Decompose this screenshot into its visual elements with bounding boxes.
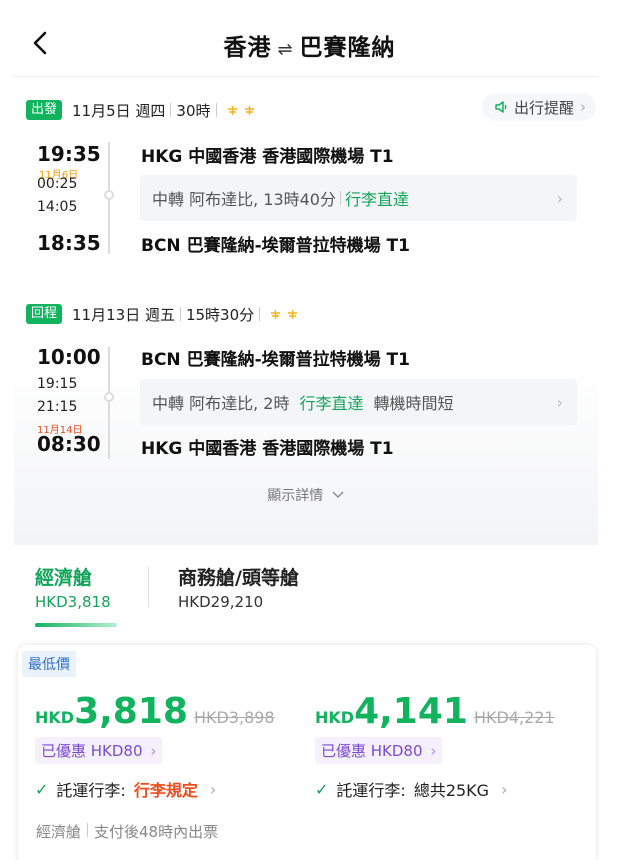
baggage-label: 託運行李: — [56, 781, 126, 800]
fare-currency: HKD — [35, 708, 75, 727]
footer-ticketing: 支付後48時內出票 — [94, 823, 219, 841]
top-bar: 香港 ⇌ 巴賽隆納 — [0, 0, 619, 78]
return-short-connection: 轉機時間短 — [373, 394, 454, 413]
fare-original-price: HKD4,221 — [473, 708, 555, 727]
return-tag: 回程 — [26, 304, 63, 324]
outbound-transfer-depart-time: 14:05 — [37, 199, 78, 215]
return-header: 回程 11月13日 週五 15時30分 — [26, 303, 299, 325]
tab-economy[interactable]: 經濟艙 HKD3,818 — [35, 563, 111, 611]
speaker-icon — [495, 101, 507, 113]
origin-city: 香港 — [223, 35, 272, 61]
meal-icon — [288, 309, 298, 319]
lowest-price-badge: 最低價 — [22, 651, 76, 677]
divider — [148, 567, 149, 607]
check-icon: ✓ — [315, 779, 329, 799]
page-title: 香港 ⇌ 巴賽隆納 — [0, 28, 619, 62]
baggage-policy: 行李規定 — [133, 781, 198, 800]
fare-option-alt[interactable]: HKD4,141 HKD4,221 — [315, 691, 555, 732]
footer-cabin: 經濟艙 — [36, 823, 82, 841]
tab-business-name: 商務艙/頭等艙 — [178, 567, 299, 589]
outbound-duration: 30時 — [176, 101, 211, 120]
meal-icon — [271, 309, 281, 319]
tab-economy-price: HKD3,818 — [35, 593, 111, 611]
outbound-header: 出發 11月5日 週四 30時 — [26, 99, 256, 121]
fare-amount: 3,818 — [74, 691, 188, 732]
outbound-tag: 出發 — [26, 100, 63, 120]
meal-icon — [227, 105, 237, 115]
return-arrive-airport: HKG 中國香港 香港國際機場 T1 — [141, 439, 394, 459]
baggage-allowance: 總共25KG — [413, 781, 490, 800]
outbound-depart-airport: HKG 中國香港 香港國際機場 T1 — [141, 147, 394, 167]
outbound-arrive-time: 18:35 — [37, 231, 101, 255]
chevron-right-icon: › — [430, 742, 437, 760]
outbound-baggage-through: 行李直達 — [344, 190, 409, 209]
chevron-right-icon: › — [580, 98, 586, 116]
return-transfer-arrive-time: 19:15 — [37, 376, 78, 392]
outbound-date: 11月5日 週四 — [72, 101, 166, 120]
return-duration: 15時30分 — [185, 305, 255, 324]
destination-city: 巴賽隆納 — [299, 35, 396, 61]
baggage-info-row[interactable]: ✓ 託運行李: 總共25KG › — [315, 777, 507, 801]
outbound-arrive-airport: BCN 巴賽隆納-埃爾普拉特機場 T1 — [141, 236, 410, 256]
divider — [339, 191, 341, 205]
fare-offers-card: 最低價 HKD3,818 HKD3,898 已優惠 HKD80 › ✓ 託運行李:… — [18, 645, 596, 860]
return-depart-time: 10:00 — [37, 345, 101, 369]
tab-economy-name: 經濟艙 — [35, 567, 93, 589]
chevron-down-icon — [332, 491, 344, 498]
cabin-tabs: 經濟艙 HKD3,818 商務艙/頭等艙 HKD29,210 — [14, 545, 598, 635]
transfer-dot — [104, 392, 114, 402]
return-baggage-through: 行李直達 — [299, 394, 364, 413]
discount-label: 已優惠 HKD80 — [41, 742, 143, 760]
tab-business-first[interactable]: 商務艙/頭等艙 HKD29,210 — [178, 563, 299, 611]
fare-amount: 4,141 — [354, 691, 468, 732]
baggage-info-row[interactable]: ✓ 託運行李: 行李規定 › — [35, 777, 216, 801]
return-times: 10:00 19:15 21:15 11月14日 08:30 — [37, 345, 107, 465]
return-transfer-row[interactable]: 中轉 阿布達比, 2時 行李直達 轉機時間短 › — [140, 379, 577, 425]
outbound-depart-time: 19:35 — [37, 142, 101, 166]
return-date: 11月13日 週五 — [72, 305, 175, 324]
outbound-transfer-row[interactable]: 中轉 阿布達比, 13時40分 行李直達 › — [140, 175, 577, 221]
outbound-transfer-text: 中轉 阿布達比, 13時40分 — [152, 190, 336, 209]
divider — [179, 307, 181, 321]
chevron-right-icon: › — [556, 392, 563, 412]
return-transfer-depart-time: 21:15 — [37, 399, 78, 415]
ticketing-note: 經濟艙 支付後48時內出票 — [36, 821, 218, 842]
divider — [259, 307, 261, 321]
active-tab-indicator — [35, 623, 117, 627]
fare-option-lowest[interactable]: HKD3,818 HKD3,898 — [35, 691, 275, 732]
divider — [215, 103, 217, 117]
return-depart-airport: BCN 巴賽隆納-埃爾普拉特機場 T1 — [141, 350, 410, 370]
meal-icon — [244, 105, 254, 115]
discount-badge[interactable]: 已優惠 HKD80 › — [315, 737, 443, 764]
outbound-transfer-arrive-time: 00:25 — [37, 176, 78, 192]
show-details-button[interactable]: 顯示詳情 — [14, 485, 598, 505]
chevron-right-icon: › — [209, 779, 217, 799]
itinerary-panel: 出發 11月5日 週四 30時 出行提醒 › 19:35 11月6日 00:25… — [14, 77, 598, 545]
return-transfer-text: 中轉 阿布達比, 2時 — [152, 394, 290, 413]
check-icon: ✓ — [35, 779, 49, 799]
baggage-label: 託運行李: — [336, 781, 406, 800]
fare-original-price: HKD3,898 — [193, 708, 275, 727]
swap-arrows-icon: ⇌ — [277, 39, 294, 60]
travel-reminder-label: 出行提醒 — [513, 98, 574, 117]
tab-business-price: HKD29,210 — [178, 593, 264, 611]
discount-label: 已優惠 HKD80 — [321, 742, 423, 760]
divider — [87, 823, 89, 837]
transfer-dot — [104, 190, 114, 200]
fare-currency: HKD — [315, 708, 355, 727]
outbound-times: 19:35 11月6日 00:25 14:05 18:35 — [37, 140, 107, 260]
discount-badge[interactable]: 已優惠 HKD80 › — [35, 737, 163, 764]
chevron-right-icon: › — [150, 742, 157, 760]
divider — [170, 103, 172, 117]
chevron-right-icon: › — [556, 188, 563, 208]
travel-reminder-button[interactable]: 出行提醒 › — [481, 93, 596, 121]
return-arrive-time: 08:30 — [37, 432, 101, 456]
return-route-line — [108, 347, 110, 459]
show-details-label: 顯示詳情 — [267, 488, 324, 504]
chevron-right-icon: › — [501, 779, 508, 799]
